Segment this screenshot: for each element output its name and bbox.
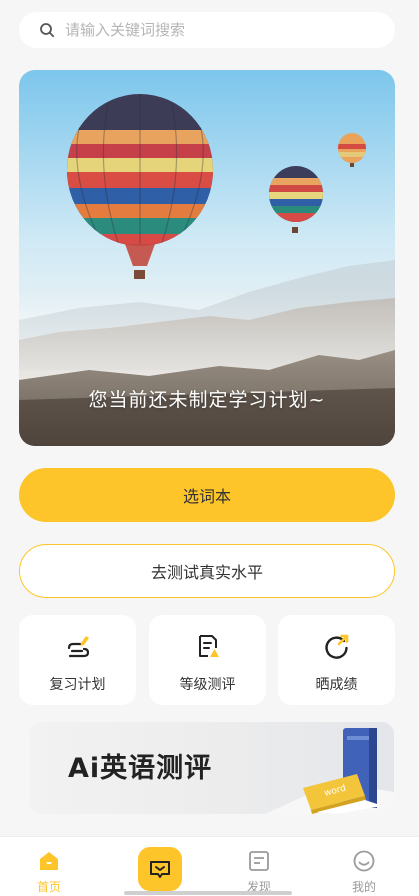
level-test-icon (198, 635, 219, 657)
tab-profile[interactable]: 我的 (324, 837, 404, 896)
search-bar[interactable] (19, 12, 395, 48)
select-wordbook-button[interactable]: 选词本 (19, 468, 395, 522)
tab-home[interactable]: 首页 (9, 837, 89, 896)
tab-label: 首页 (36, 880, 61, 894)
tab-discover[interactable]: 发现 (219, 837, 299, 896)
card-level-test[interactable]: 等级测评 (149, 615, 266, 705)
home-indicator (124, 891, 292, 895)
search-input[interactable] (65, 21, 365, 39)
card-label: 晒成绩 (315, 677, 358, 693)
tab-chat[interactable] (138, 847, 182, 891)
promo-title-text: 英语测评 (100, 753, 213, 784)
share-score-icon (324, 634, 348, 659)
promo-ai-text: Ai (68, 753, 101, 784)
card-label: 复习计划 (49, 677, 106, 693)
chat-icon (150, 861, 170, 878)
card-share-score[interactable]: 晒成绩 (278, 615, 395, 705)
tab-label: 我的 (351, 880, 376, 894)
plan-banner[interactable]: 您当前还未制定学习计划~ (19, 70, 395, 446)
profile-icon (353, 850, 375, 872)
banner-message: 您当前还未制定学习计划~ (88, 389, 326, 411)
ai-english-test-banner[interactable]: Ai英语测评 word (30, 722, 394, 814)
take-level-test-button[interactable]: 去测试真实水平 (19, 544, 395, 598)
bottom-tab-bar: 首页 发现 我的 (0, 836, 419, 896)
book-illustration: word (265, 728, 394, 814)
search-icon (40, 23, 55, 38)
promo-title: Ai英语测评 (68, 746, 212, 785)
card-label: 等级测评 (179, 677, 236, 693)
discover-icon (249, 851, 269, 871)
review-plan-icon (67, 636, 89, 658)
card-review-plan[interactable]: 复习计划 (19, 615, 136, 705)
home-icon (40, 852, 58, 870)
